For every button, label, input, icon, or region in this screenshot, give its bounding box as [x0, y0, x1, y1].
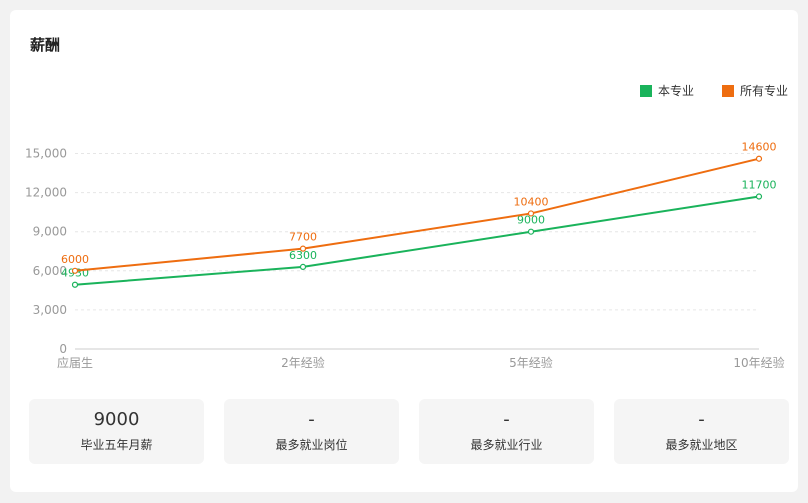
y-tick-label: 9,000 — [33, 225, 67, 239]
stat-value: - — [308, 409, 315, 430]
y-tick-label: 15,000 — [25, 147, 67, 161]
data-point — [755, 155, 763, 162]
stat-label: 毕业五年月薪 — [80, 438, 153, 452]
stat-value: - — [503, 409, 510, 430]
stat-label: 最多就业行业 — [470, 438, 543, 452]
salary-line-chart: 03,0006,0009,00012,00015,000应届生 2年经验 5年经验 1… — [25, 141, 785, 370]
stat-card-industry: - 最多就业行业 — [419, 399, 594, 464]
data-point — [299, 263, 307, 270]
y-tick-label: 0 — [59, 342, 67, 356]
data-point — [755, 193, 763, 200]
stat-card-salary: 9000 毕业五年月薪 — [29, 399, 204, 464]
stat-label: 最多就业岗位 — [275, 438, 348, 452]
x-tick-label: 5年经验 — [509, 355, 553, 370]
x-tick-label: 2年经验 — [281, 355, 325, 370]
data-point — [527, 228, 535, 235]
data-point — [71, 281, 79, 288]
data-label: 11700 — [742, 179, 777, 192]
stat-card-region: - 最多就业地区 — [614, 399, 789, 464]
data-point — [71, 267, 79, 274]
data-label: 10400 — [514, 195, 549, 208]
data-label: 7700 — [289, 231, 317, 244]
data-point — [527, 210, 535, 217]
stat-value: - — [698, 409, 705, 430]
x-tick-label: 10年经验 — [733, 355, 784, 370]
x-tick-label: 应届生 — [57, 355, 93, 370]
stat-value: 9000 — [93, 409, 140, 430]
data-point — [299, 245, 307, 252]
stat-label: 最多就业地区 — [665, 438, 738, 452]
y-tick-label: 3,000 — [33, 303, 67, 317]
stat-card-position: - 最多就业岗位 — [224, 399, 399, 464]
stats-row: 9000 毕业五年月薪 - 最多就业岗位 - 最多就业行业 - 最多就业地区 — [29, 399, 789, 464]
series-line — [74, 195, 760, 286]
series-line — [74, 157, 760, 272]
data-label: 14600 — [742, 141, 777, 154]
y-tick-label: 12,000 — [25, 186, 67, 200]
data-label: 6000 — [61, 253, 89, 266]
